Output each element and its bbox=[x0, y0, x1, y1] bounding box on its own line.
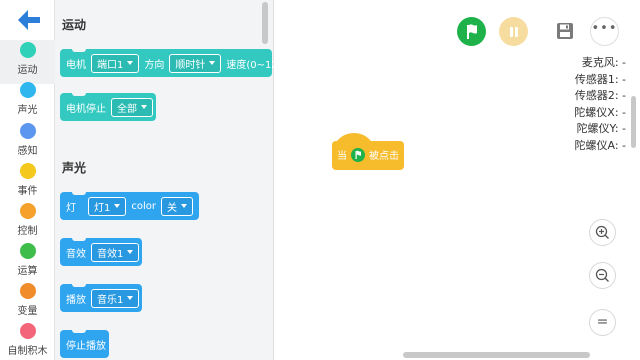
block-label: 速度(0~12 bbox=[226, 59, 278, 71]
more-options-button[interactable]: ••• bbox=[590, 17, 619, 46]
category-variables[interactable]: 变量 bbox=[0, 281, 55, 325]
more-dots-icon: ••• bbox=[591, 21, 618, 36]
zoom-in-button[interactable] bbox=[589, 219, 616, 246]
caret-down-icon bbox=[127, 296, 134, 300]
caret-down-icon bbox=[209, 61, 216, 65]
zoom-out-button[interactable] bbox=[589, 262, 616, 289]
effect-dropdown[interactable]: 音效1 bbox=[91, 242, 140, 262]
music-dropdown[interactable]: 音乐1 bbox=[91, 288, 140, 308]
category-label: 自制积木 bbox=[7, 346, 48, 357]
stop-playing-block[interactable]: 停止播放 bbox=[60, 329, 109, 358]
workspace-vertical-scrollbar[interactable] bbox=[631, 96, 636, 148]
motion-dot-icon bbox=[20, 42, 36, 58]
category-label: 感知 bbox=[17, 146, 38, 157]
category-rail: 运动 声光 感知 事件 控制 运算 变量 自制积木 bbox=[0, 0, 55, 360]
sensor-readouts: 麦克风: - 传感器1: - 传感器2: - 陀螺仪X: - 陀螺仪Y: - 陀… bbox=[574, 55, 626, 154]
play-music-block[interactable]: 播放 音乐1 bbox=[60, 283, 142, 312]
green-flag-icon bbox=[351, 147, 365, 162]
caret-down-icon bbox=[127, 61, 134, 65]
zoom-reset-button[interactable]: = bbox=[589, 309, 616, 336]
back-arrow-icon[interactable] bbox=[16, 8, 42, 32]
operators-dot-icon bbox=[20, 243, 36, 259]
motor-target-dropdown[interactable]: 全部 bbox=[111, 97, 153, 117]
sound-light-dot-icon bbox=[20, 82, 36, 98]
pause-button[interactable] bbox=[499, 17, 528, 46]
category-label: 声光 bbox=[17, 105, 38, 116]
when-flag-clicked-block[interactable]: 当 被点击 bbox=[332, 133, 404, 170]
block-label: color bbox=[131, 200, 156, 212]
motor-block[interactable]: 电机 端口1 方向 顺时针 速度(0~12 bbox=[60, 48, 278, 77]
block-label: 音效 bbox=[66, 248, 86, 260]
category-label: 事件 bbox=[17, 186, 38, 197]
direction-dropdown[interactable]: 顺时针 bbox=[169, 53, 222, 73]
pause-icon bbox=[510, 27, 513, 37]
sound-effect-block[interactable]: 音效 音效1 bbox=[60, 237, 142, 266]
category-sound-light[interactable]: 声光 bbox=[0, 80, 55, 124]
sensing-dot-icon bbox=[20, 123, 36, 139]
caret-down-icon bbox=[181, 204, 187, 208]
block-label: 停止播放 bbox=[66, 340, 106, 352]
light-block[interactable]: 灯 灯1 color 关 bbox=[60, 191, 199, 220]
my-blocks-dot-icon bbox=[20, 323, 36, 339]
gyro-a-readout: 陀螺仪A: - bbox=[574, 138, 626, 152]
category-label: 变量 bbox=[17, 306, 38, 317]
section-title-motion: 运动 bbox=[62, 18, 87, 32]
caret-down-icon bbox=[114, 204, 121, 208]
reset-zoom-icon: = bbox=[596, 314, 609, 330]
hat-prefix: 当 bbox=[337, 151, 347, 162]
workspace-horizontal-scrollbar[interactable] bbox=[403, 352, 590, 358]
script-workspace[interactable] bbox=[274, 0, 640, 360]
category-motion[interactable]: 运动 bbox=[0, 40, 55, 84]
caret-down-icon bbox=[127, 250, 134, 254]
motor-stop-block[interactable]: 电机停止 全部 bbox=[60, 92, 156, 121]
category-label: 运动 bbox=[17, 65, 38, 76]
category-control[interactable]: 控制 bbox=[0, 201, 55, 245]
palette-scrollbar[interactable] bbox=[262, 2, 268, 44]
variables-dot-icon bbox=[20, 283, 36, 299]
category-events[interactable]: 事件 bbox=[0, 161, 55, 205]
block-label: 电机 bbox=[66, 59, 86, 71]
category-my-blocks[interactable]: 自制积木 bbox=[0, 321, 55, 360]
gyro-y-readout: 陀螺仪Y: - bbox=[576, 122, 626, 135]
block-label: 灯 bbox=[66, 202, 76, 214]
category-operators[interactable]: 运算 bbox=[0, 241, 55, 285]
block-label: 播放 bbox=[66, 294, 86, 306]
zoom-out-icon bbox=[595, 268, 609, 282]
port-dropdown[interactable]: 端口1 bbox=[91, 53, 140, 73]
section-title-sound-light: 声光 bbox=[62, 161, 87, 175]
category-label: 控制 bbox=[17, 226, 38, 237]
light-dropdown[interactable]: 灯1 bbox=[88, 196, 127, 216]
gyro-x-readout: 陀螺仪X: - bbox=[574, 105, 626, 119]
category-label: 运算 bbox=[17, 266, 38, 277]
save-disk-icon[interactable] bbox=[556, 22, 574, 40]
light-state-dropdown[interactable]: 关 bbox=[161, 196, 193, 216]
events-dot-icon bbox=[20, 163, 36, 179]
category-sensing[interactable]: 感知 bbox=[0, 121, 55, 165]
zoom-in-icon bbox=[595, 225, 609, 239]
block-label: 方向 bbox=[144, 59, 165, 71]
sensor1-readout: 传感器1: - bbox=[574, 72, 626, 86]
green-flag-icon bbox=[467, 24, 477, 39]
caret-down-icon bbox=[141, 105, 147, 109]
sensor2-readout: 传感器2: - bbox=[574, 89, 626, 102]
control-dot-icon bbox=[20, 203, 36, 219]
run-button[interactable] bbox=[457, 17, 486, 46]
microphone-readout: 麦克风: - bbox=[581, 56, 626, 69]
hat-suffix: 被点击 bbox=[369, 151, 399, 162]
block-label: 电机停止 bbox=[66, 103, 106, 115]
